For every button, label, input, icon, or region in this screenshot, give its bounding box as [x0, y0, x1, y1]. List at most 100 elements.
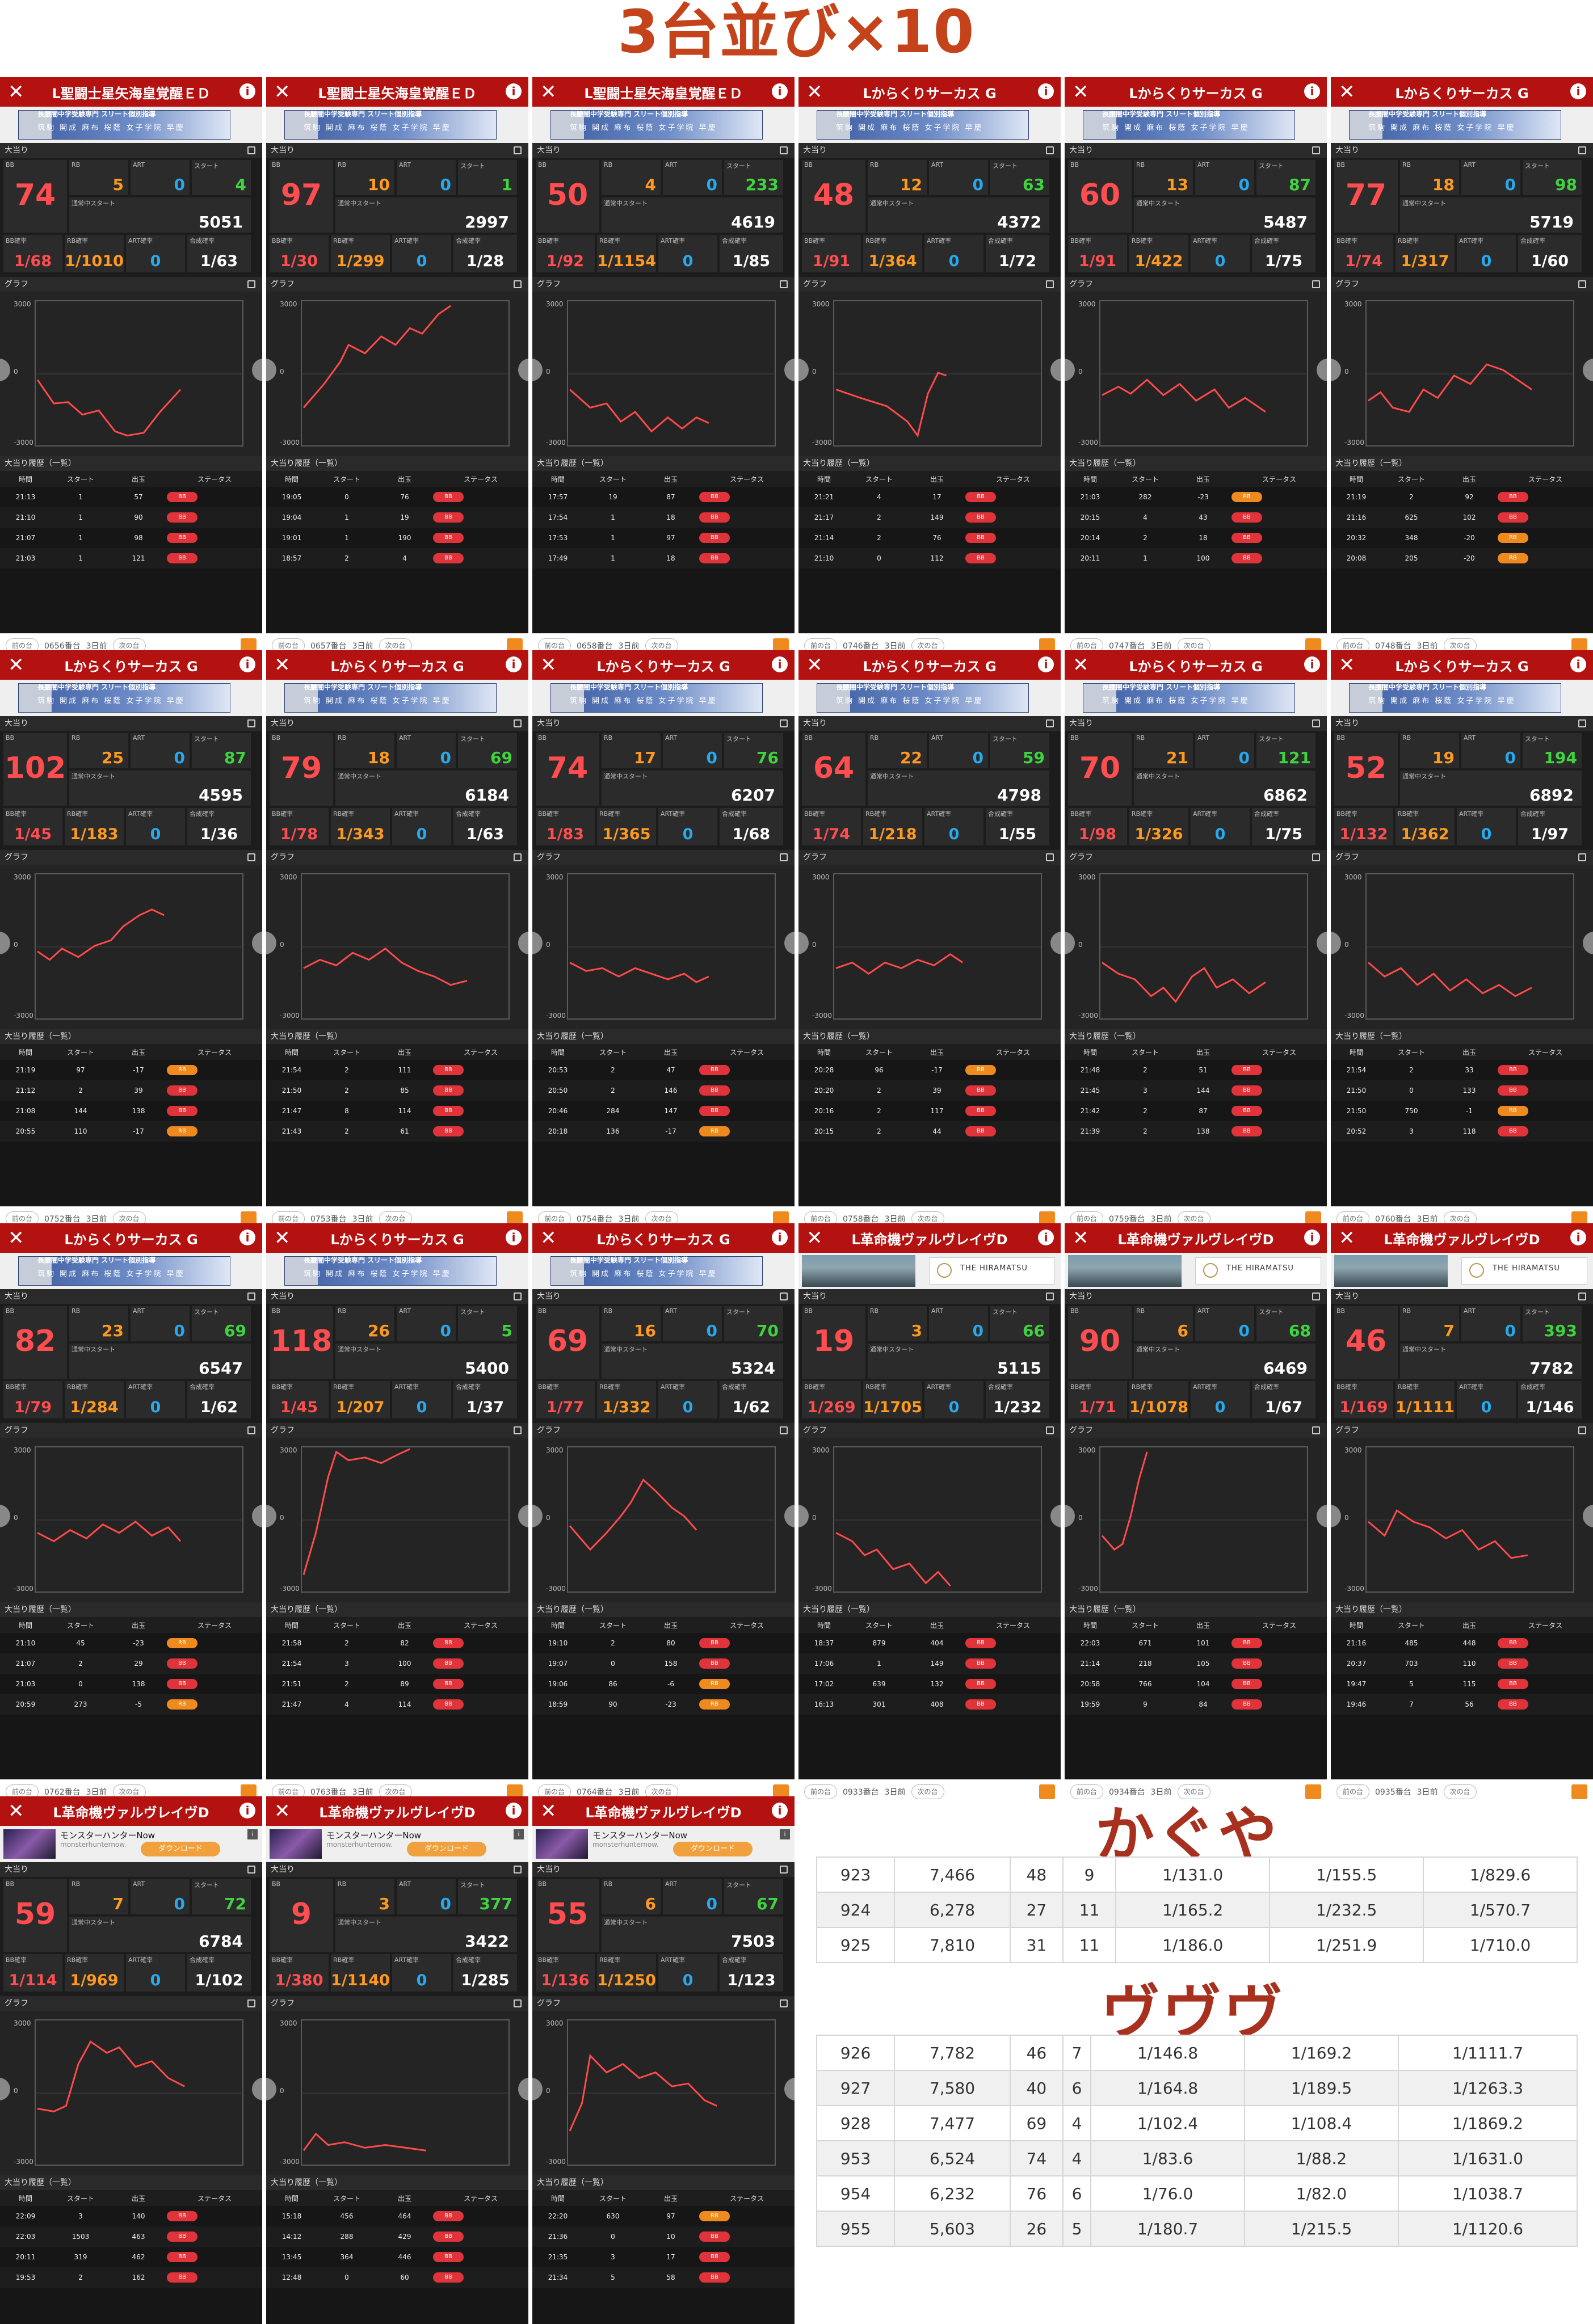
close-icon[interactable]: ✕ — [8, 1801, 24, 1821]
prev-machine-button[interactable]: 前の台 — [1336, 1784, 1369, 1799]
history-row[interactable]: 21:34 5 58 BB — [532, 2267, 795, 2288]
history-row[interactable]: 19:01 1 190 BB — [266, 528, 528, 548]
graph-next-handle[interactable] — [1583, 1505, 1593, 1527]
ad-banner[interactable]: 長腰闇中学受験専門 スリート個別指導 筑駒 開成 麻布 桜蔭 女子学院 早慶 — [0, 1253, 262, 1289]
expand-icon[interactable] — [1046, 1292, 1054, 1300]
info-icon[interactable]: i — [239, 656, 255, 672]
info-icon[interactable]: i — [1038, 1230, 1054, 1245]
history-row[interactable]: 20:59 273 -5 RB — [0, 1694, 262, 1715]
info-icon[interactable]: i — [239, 1803, 255, 1818]
history-row[interactable]: 21:47 4 114 BB — [266, 1694, 528, 1715]
history-row[interactable]: 21:19 97 -17 RB — [0, 1060, 262, 1080]
graph-next-handle[interactable] — [1317, 1505, 1327, 1527]
history-row[interactable]: 21:21 4 17 BB — [798, 487, 1061, 507]
expand-icon[interactable] — [514, 1426, 522, 1434]
expand-icon[interactable] — [247, 1292, 255, 1300]
history-row[interactable]: 19:06 86 -6 RB — [532, 1674, 795, 1694]
menu-icon[interactable] — [1571, 1784, 1587, 1799]
graph-prev-handle[interactable] — [0, 2078, 10, 2100]
history-row[interactable]: 20:55 110 -17 RB — [0, 1121, 262, 1142]
ad-banner[interactable]: 長腰闇中学受験専門 スリート個別指導 筑駒 開成 麻布 桜蔭 女子学院 早慶 — [798, 107, 1061, 143]
history-row[interactable]: 21:45 3 144 BB — [1065, 1080, 1327, 1101]
close-icon[interactable]: ✕ — [8, 82, 24, 102]
close-icon[interactable]: ✕ — [1073, 655, 1089, 675]
close-icon[interactable]: ✕ — [540, 1801, 557, 1821]
ad-info-icon[interactable]: i — [780, 1829, 790, 1839]
expand-icon[interactable] — [1312, 280, 1320, 288]
graph-prev-handle[interactable] — [1331, 1505, 1341, 1527]
expand-icon[interactable] — [1046, 280, 1054, 288]
history-row[interactable]: 20:53 2 47 BB — [532, 1060, 795, 1080]
history-row[interactable]: 19:53 2 162 BB — [0, 2267, 262, 2288]
history-row[interactable]: 21:39 2 138 BB — [1065, 1121, 1327, 1142]
ad-banner[interactable]: モンスターハンターNow monsterhunternow. ダウンロード i — [266, 1826, 528, 1862]
history-row[interactable]: 21:43 2 61 BB — [266, 1121, 528, 1142]
history-row[interactable]: 18:59 90 -23 RB — [532, 1694, 795, 1715]
ad-banner[interactable]: 長腰闇中学受験専門 スリート個別指導 筑駒 開成 麻布 桜蔭 女子学院 早慶 — [1065, 680, 1327, 716]
history-row[interactable]: 21:54 2 111 BB — [266, 1060, 528, 1080]
expand-icon[interactable] — [1578, 1426, 1586, 1434]
close-icon[interactable]: ✕ — [1073, 1228, 1089, 1248]
expand-icon[interactable] — [247, 1866, 255, 1873]
close-icon[interactable]: ✕ — [806, 82, 823, 102]
expand-icon[interactable] — [1312, 1426, 1320, 1434]
ad-info-icon[interactable]: i — [247, 1829, 258, 1839]
expand-icon[interactable] — [1578, 146, 1586, 154]
history-row[interactable]: 21:50 2 85 BB — [266, 1080, 528, 1101]
close-icon[interactable]: ✕ — [274, 82, 291, 102]
graph-prev-handle[interactable] — [0, 932, 10, 954]
close-icon[interactable]: ✕ — [1073, 82, 1089, 102]
ad-banner[interactable]: 長腰闇中学受験専門 スリート個別指導 筑駒 開成 麻布 桜蔭 女子学院 早慶 — [1331, 680, 1593, 716]
graph-prev-handle[interactable] — [1065, 932, 1075, 954]
expand-icon[interactable] — [514, 1866, 522, 1873]
history-row[interactable]: 21:14 218 105 BB — [1065, 1653, 1327, 1674]
close-icon[interactable]: ✕ — [806, 655, 823, 675]
expand-icon[interactable] — [247, 1999, 255, 2007]
history-row[interactable]: 21:17 2 149 BB — [798, 507, 1061, 528]
graph-prev-handle[interactable] — [266, 2078, 276, 2100]
ad-banner[interactable]: 長腰闇中学受験専門 スリート個別指導 筑駒 開成 麻布 桜蔭 女子学院 早慶 — [1331, 107, 1593, 143]
info-icon[interactable]: i — [239, 1230, 255, 1245]
graph-prev-handle[interactable] — [1065, 1505, 1075, 1527]
info-icon[interactable]: i — [506, 1230, 522, 1245]
expand-icon[interactable] — [780, 1426, 788, 1434]
history-row[interactable]: 20:28 96 -17 RB — [798, 1060, 1061, 1080]
graph-next-handle[interactable] — [252, 1505, 262, 1527]
close-icon[interactable]: ✕ — [806, 1228, 823, 1248]
history-row[interactable]: 21:58 2 82 BB — [266, 1633, 528, 1653]
history-row[interactable]: 20:15 4 43 BB — [1065, 507, 1327, 528]
history-row[interactable]: 17:02 639 132 BB — [798, 1674, 1061, 1694]
close-icon[interactable]: ✕ — [540, 655, 557, 675]
history-row[interactable]: 20:18 136 -17 RB — [532, 1121, 795, 1142]
history-row[interactable]: 20:11 319 462 BB — [0, 2247, 262, 2267]
graph-prev-handle[interactable] — [1065, 359, 1075, 381]
expand-icon[interactable] — [780, 853, 788, 861]
next-machine-button[interactable]: 次の台 — [1443, 1784, 1477, 1799]
graph-prev-handle[interactable] — [1331, 359, 1341, 381]
ad-banner[interactable]: 長腰闇中学受験専門 スリート個別指導 筑駒 開成 麻布 桜蔭 女子学院 早慶 — [266, 680, 528, 716]
history-row[interactable]: 22:09 3 140 BB — [0, 2206, 262, 2226]
graph-prev-handle[interactable] — [532, 359, 543, 381]
history-row[interactable]: 21:14 2 76 BB — [798, 528, 1061, 548]
history-row[interactable]: 20:50 2 146 BB — [532, 1080, 795, 1101]
graph-next-handle[interactable] — [1050, 1505, 1061, 1527]
info-icon[interactable]: i — [772, 1803, 788, 1818]
graph-next-handle[interactable] — [252, 932, 262, 954]
info-icon[interactable]: i — [772, 83, 788, 99]
ad-banner[interactable]: モンスターハンターNow monsterhunternow. ダウンロード i — [0, 1826, 262, 1862]
graph-prev-handle[interactable] — [0, 359, 10, 381]
expand-icon[interactable] — [1578, 1292, 1586, 1300]
history-row[interactable]: 20:11 1 100 BB — [1065, 548, 1327, 569]
graph-prev-handle[interactable] — [532, 932, 543, 954]
info-icon[interactable]: i — [506, 1803, 522, 1818]
history-row[interactable]: 22:03 1503 463 BB — [0, 2226, 262, 2247]
history-row[interactable]: 17:54 1 18 BB — [532, 507, 795, 528]
history-row[interactable]: 20:52 3 118 BB — [1331, 1121, 1593, 1142]
graph-next-handle[interactable] — [784, 359, 795, 381]
history-row[interactable]: 13:45 364 446 BB — [266, 2247, 528, 2267]
history-row[interactable]: 18:57 2 4 BB — [266, 548, 528, 569]
expand-icon[interactable] — [247, 280, 255, 288]
graph-next-handle[interactable] — [1317, 359, 1327, 381]
history-row[interactable]: 21:36 0 10 BB — [532, 2226, 795, 2247]
history-row[interactable]: 21:13 1 57 BB — [0, 487, 262, 507]
